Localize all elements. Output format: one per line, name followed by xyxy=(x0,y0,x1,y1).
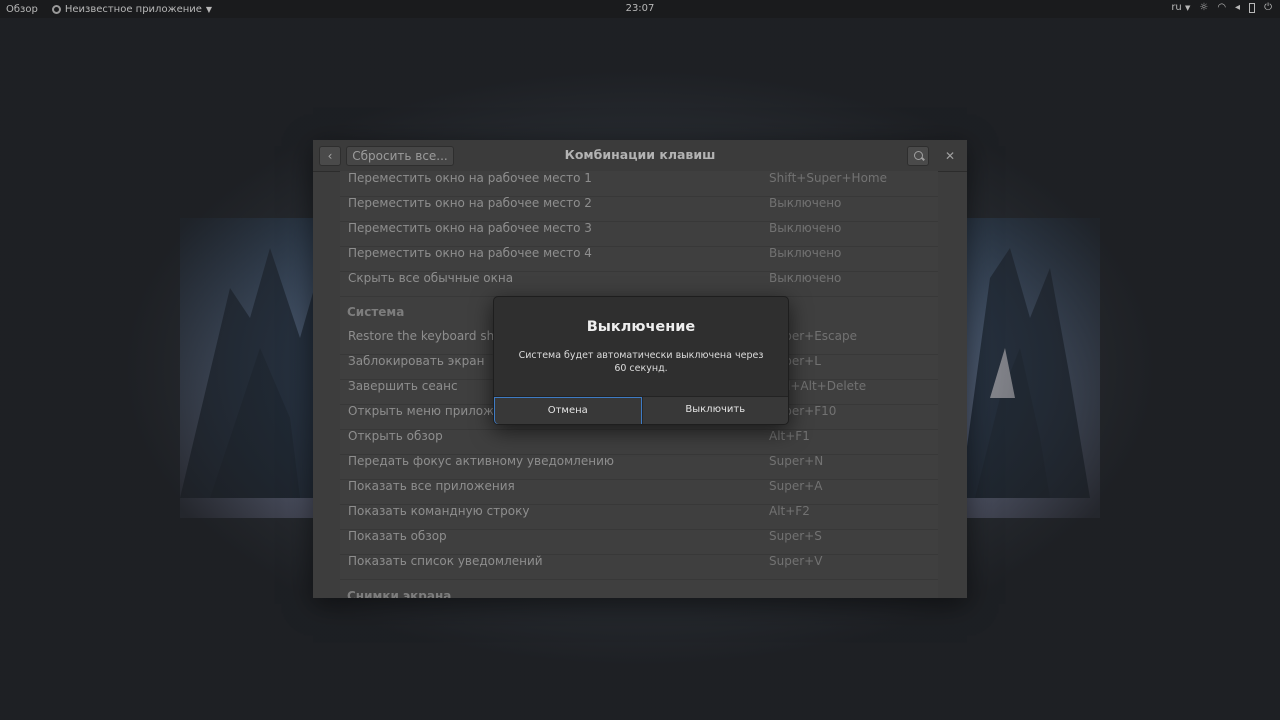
close-button[interactable]: ✕ xyxy=(941,147,959,165)
shortcut-label: Скрыть все обычные окна xyxy=(348,271,514,285)
section-title-system: Система xyxy=(347,305,405,319)
shortcut-label: Показать список уведомлений xyxy=(348,554,543,568)
shortcut-label: Завершить сеанс xyxy=(348,379,458,393)
list-item[interactable]: Переместить окно на рабочее место 4 Выклю… xyxy=(340,246,938,272)
shortcut-label: Показать командную строку xyxy=(348,504,530,518)
shortcut-accel: Выключено xyxy=(769,246,842,260)
shortcut-label: Переместить окно на рабочее место 4 xyxy=(348,246,592,260)
clock[interactable]: 23:07 xyxy=(0,3,1280,14)
list-item[interactable]: Показать обзор Super+S xyxy=(340,529,938,555)
dialog-message: Система будет автоматически выключена че… xyxy=(518,350,764,374)
power-off-button[interactable]: Выключить xyxy=(641,397,788,424)
wifi-icon[interactable]: ◠ xyxy=(1217,2,1226,13)
close-icon: ✕ xyxy=(944,149,956,163)
dialog-button-row: Отмена Выключить xyxy=(494,396,788,424)
list-item[interactable]: Открыть обзор Alt+F1 xyxy=(340,429,938,455)
top-bar: Обзор Неизвестное приложение ▼ 23:07 ru … xyxy=(0,0,1280,18)
window-header: ‹ Сбросить все... Комбинации клавиш ✕ xyxy=(313,140,967,172)
shortcut-accel: Super+A xyxy=(769,479,823,493)
list-item[interactable]: Передать фокус активному уведомлению Supe… xyxy=(340,454,938,480)
language-indicator[interactable]: ru ▼ xyxy=(1171,2,1190,13)
list-item[interactable]: Показать все приложения Super+A xyxy=(340,479,938,505)
shortcut-accel: Super+N xyxy=(769,454,824,468)
shortcut-label: Переместить окно на рабочее место 3 xyxy=(348,221,592,235)
battery-icon[interactable] xyxy=(1249,2,1256,13)
shortcut-label: Передать фокус активному уведомлению xyxy=(348,454,614,468)
shortcut-accel: Super+S xyxy=(769,529,822,543)
shutdown-dialog: Выключение Система будет автоматически в… xyxy=(493,296,789,425)
search-button[interactable] xyxy=(907,146,929,166)
brightness-icon[interactable]: ☼ xyxy=(1199,2,1208,13)
list-item[interactable]: Показать список уведомлений Super+V xyxy=(340,554,938,580)
shortcut-accel: Super+V xyxy=(769,554,823,568)
list-item[interactable]: Переместить окно на рабочее место 1 Shift… xyxy=(340,171,938,197)
shortcut-accel: Выключено xyxy=(769,196,842,210)
shortcut-label: Показать все приложения xyxy=(348,479,515,493)
list-item[interactable]: Переместить окно на рабочее место 3 Выклю… xyxy=(340,221,938,247)
list-item[interactable]: Переместить окно на рабочее место 2 Выклю… xyxy=(340,196,938,222)
volume-icon[interactable]: ◂ xyxy=(1235,2,1240,13)
shortcut-label: Переместить окно на рабочее место 2 xyxy=(348,196,592,210)
shortcut-accel: Выключено xyxy=(769,221,842,235)
section-title-screenshots: Снимки экрана xyxy=(347,589,452,598)
cancel-button[interactable]: Отмена xyxy=(494,397,642,424)
dialog-title: Выключение xyxy=(586,319,696,335)
shortcut-label: Открыть обзор xyxy=(348,429,443,443)
shortcut-label: Заблокировать экран xyxy=(348,354,485,368)
shortcut-accel: Alt+F1 xyxy=(769,429,810,443)
power-icon[interactable]: ⏻ xyxy=(1264,2,1272,13)
language-label: ru xyxy=(1171,2,1182,13)
list-item[interactable]: Показать командную строку Alt+F2 xyxy=(340,504,938,530)
shortcut-label: Переместить окно на рабочее место 1 xyxy=(348,171,592,185)
shortcut-label: Показать обзор xyxy=(348,529,447,543)
shortcut-accel: Alt+F2 xyxy=(769,504,810,518)
shortcut-accel: Выключено xyxy=(769,271,842,285)
shortcut-accel: Shift+Super+Home xyxy=(769,171,887,185)
list-item[interactable]: Скрыть все обычные окна Выключено xyxy=(340,271,938,297)
window-title: Комбинации клавиш xyxy=(564,147,716,162)
chevron-down-icon: ▼ xyxy=(1184,4,1191,12)
